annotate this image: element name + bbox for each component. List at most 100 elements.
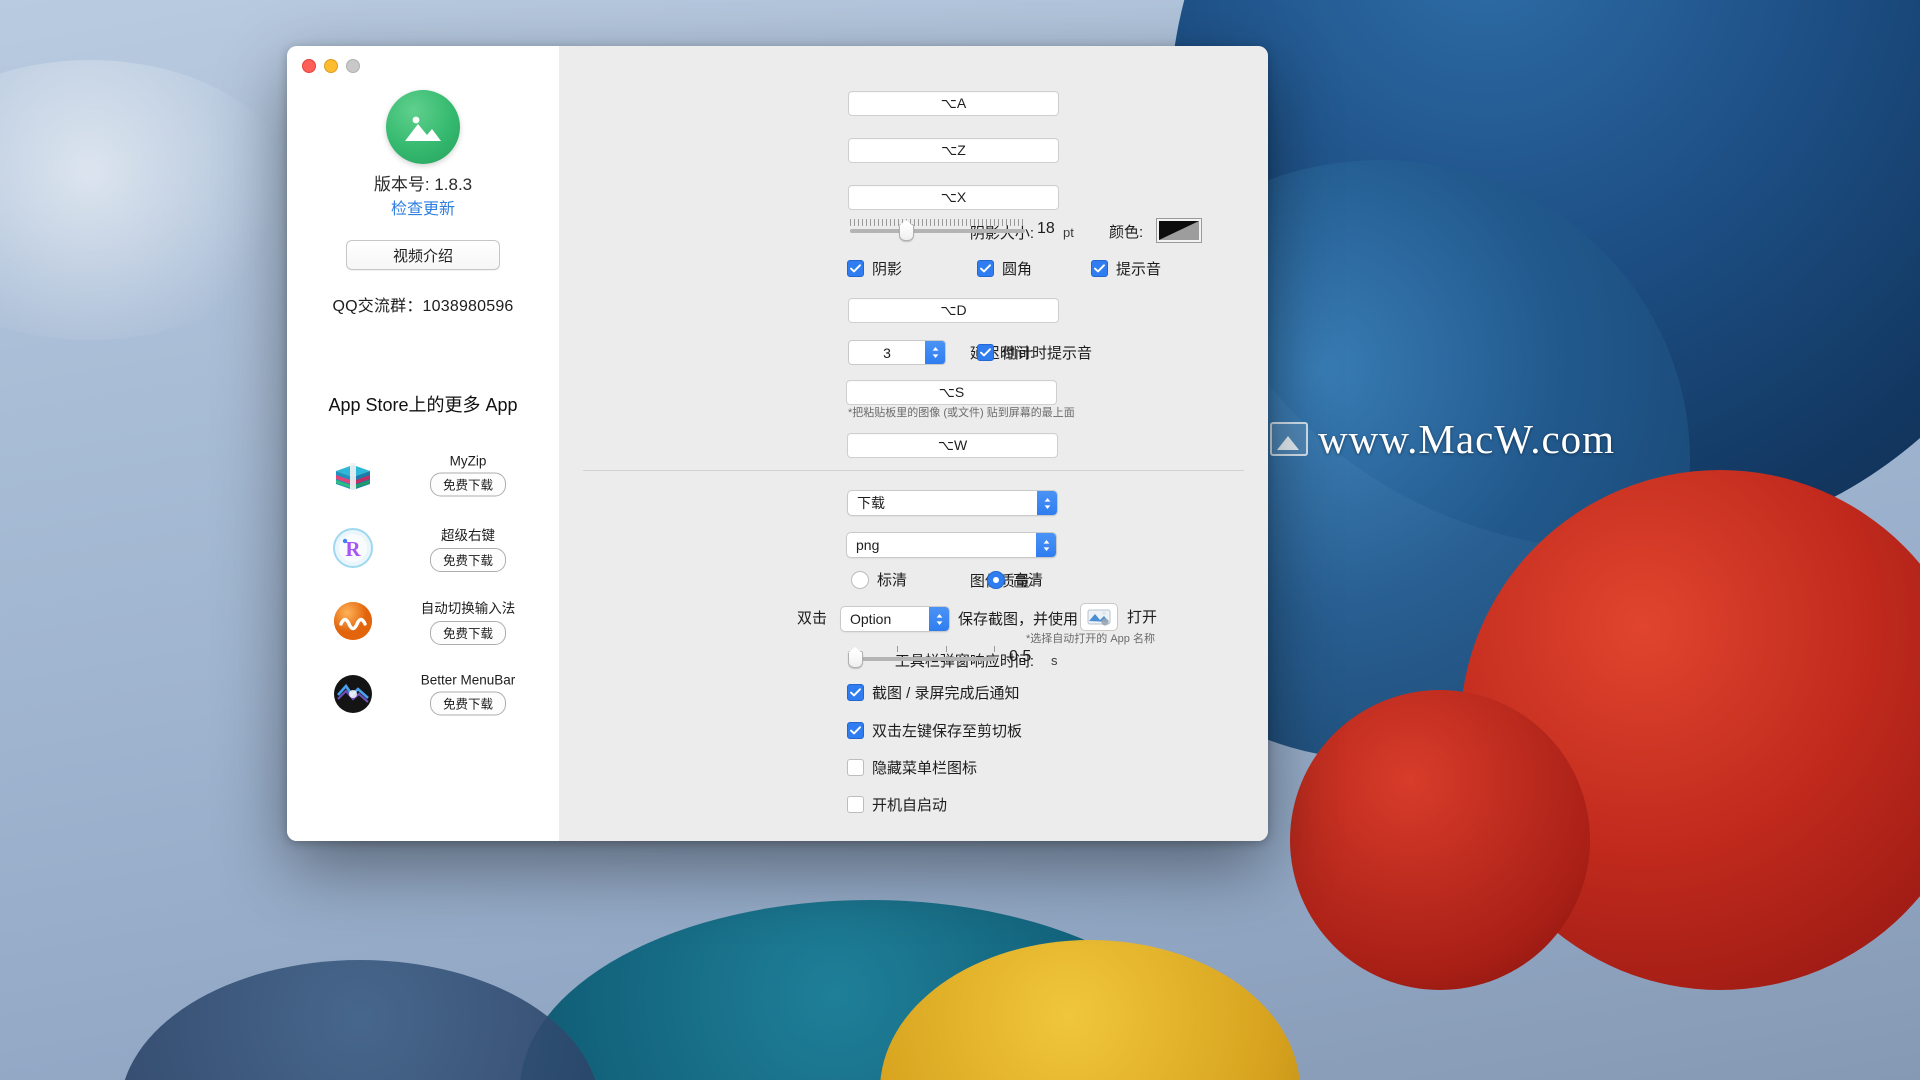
toolbar-popup-unit: s (1051, 653, 1058, 668)
slider-tick (897, 646, 898, 652)
record-screen-shortcut-input[interactable]: ⌥W (847, 433, 1058, 458)
capture-previous-shortcut-input[interactable]: ⌥X (848, 185, 1059, 210)
video-intro-button[interactable]: 视频介绍 (346, 240, 500, 270)
app-name: MyZip (449, 453, 487, 468)
toggle-rounded-corner[interactable]: 圆角 (977, 258, 1032, 279)
toggle-double-click-clipboard-label: 双击左键保存至剪切板 (872, 723, 1023, 740)
image-format-value: png (856, 537, 880, 553)
download-button[interactable]: 免费下载 (430, 547, 506, 572)
myzip-archive-icon (332, 454, 374, 496)
radio-high-quality-label: 高清 (1013, 572, 1044, 589)
wallpaper-highlight (0, 60, 300, 340)
delay-time-value[interactable]: 3 (849, 341, 925, 364)
download-button[interactable]: 免费下载 (430, 472, 506, 496)
capture-area-shortcut-input[interactable]: ⌥A (848, 91, 1059, 116)
sidebar: 版本号: 1.8.3 检查更新 视频介绍 QQ交流群：1038980596 Ap… (287, 46, 559, 841)
radio-high-quality[interactable]: 高清 (987, 569, 1043, 590)
more-apps-title: App Store上的更多 App (328, 395, 518, 415)
checkbox[interactable] (977, 344, 994, 361)
app-meta: Better MenuBar 免费下载 (385, 672, 551, 715)
toolbar-popup-value: 0.5 (1009, 648, 1032, 665)
check-update-link[interactable]: 检查更新 (287, 195, 559, 219)
checkbox[interactable] (1091, 260, 1108, 277)
delay-time-stepper[interactable]: 3 (848, 340, 946, 365)
checkbox[interactable] (977, 260, 994, 277)
list-item[interactable]: R 超级右键 免费下载 (287, 511, 559, 584)
slider-knob[interactable] (898, 220, 914, 241)
toggle-hide-menubar-icon[interactable]: 隐藏菜单栏图标 (847, 757, 977, 778)
slider-ticks (850, 219, 1025, 226)
toggle-shadow[interactable]: 阴影 (847, 258, 902, 279)
irightmouse-icon: R (332, 527, 374, 569)
window-controls (302, 59, 360, 73)
double-click-prefix-label: 双击 (797, 610, 828, 627)
checkbox[interactable] (847, 722, 864, 739)
more-apps-list: MyZip 免费下载 R 超级右键 免费下载 自动切换输入法 免费下载 Bett… (287, 438, 559, 730)
photo-mountain-icon (386, 90, 460, 164)
double-click-modifier-select[interactable]: Option (840, 606, 950, 632)
qq-group-label: QQ交流群：1038980596 (332, 298, 514, 315)
radio-standard-quality[interactable]: 标清 (851, 569, 907, 590)
toggle-notify-after-capture[interactable]: 截图 / 录屏完成后通知 (847, 682, 1020, 703)
slider-track (848, 657, 996, 661)
watermark: www.MacW.com (1270, 415, 1615, 463)
checkbox[interactable] (847, 759, 864, 776)
save-path-select[interactable]: 下载 (847, 490, 1058, 516)
app-name: 自动切换输入法 (420, 600, 516, 616)
app-meta: 自动切换输入法 免费下载 (385, 597, 551, 645)
radio-standard-quality-label: 标清 (877, 572, 908, 589)
toggle-sound[interactable]: 提示音 (1091, 258, 1161, 279)
double-click-modifier-value: Option (850, 611, 892, 627)
app-thumbnail-icon[interactable] (1080, 603, 1118, 631)
svg-text:R: R (345, 537, 361, 561)
toggle-countdown-sound-label: 倒计时提示音 (1002, 345, 1093, 362)
app-name: 超级右键 (441, 527, 495, 543)
section-divider (583, 470, 1244, 471)
app-meta: 超级右键 免费下载 (385, 524, 551, 572)
chevron-updown-icon[interactable] (1036, 533, 1056, 557)
checkbox[interactable] (847, 684, 864, 701)
toolbar-popup-slider[interactable] (848, 646, 996, 668)
capture-window-shortcut-input[interactable]: ⌥Z (848, 138, 1059, 163)
chevron-updown-icon[interactable] (1037, 491, 1057, 515)
app-meta: MyZip 免费下载 (385, 453, 551, 496)
slider-knob[interactable] (848, 647, 863, 668)
toggle-launch-at-login[interactable]: 开机自启动 (847, 794, 947, 815)
version-label: 版本号: 1.8.3 (373, 175, 473, 194)
stepper-arrows-icon[interactable] (925, 341, 945, 364)
list-item[interactable]: Better MenuBar 免费下载 (287, 657, 559, 730)
download-button[interactable]: 免费下载 (430, 620, 506, 645)
double-click-hint: *选择自动打开的 App 名称 (1026, 633, 1155, 645)
slider-tick (946, 646, 947, 652)
chevron-updown-icon[interactable] (929, 607, 949, 631)
radio-button[interactable] (851, 570, 869, 589)
checkbox[interactable] (847, 260, 864, 277)
radio-button[interactable] (987, 570, 1005, 589)
settings-panel: 选择截图区域: ⌥A 截图光标下的窗口: ⌥Z 截图前一个区域: ⌥X 阴影大小… (559, 46, 1268, 841)
toggle-double-click-clipboard[interactable]: 双击左键保存至剪切板 (847, 720, 1022, 741)
toggle-sound-label: 提示音 (1116, 261, 1162, 278)
double-click-mid-label: 保存截图，并使用 (958, 611, 1079, 628)
app-name: Better MenuBar (420, 672, 516, 687)
list-item[interactable]: 自动切换输入法 免费下载 (287, 584, 559, 657)
maximize-button[interactable] (346, 59, 360, 73)
image-format-select[interactable]: png (846, 532, 1057, 558)
toggle-notify-after-capture-label: 截图 / 录屏完成后通知 (872, 685, 1020, 702)
close-button[interactable] (302, 59, 316, 73)
checkbox[interactable] (847, 796, 864, 813)
delay-fullscreen-shortcut-input[interactable]: ⌥D (848, 298, 1059, 323)
toggle-countdown-sound[interactable]: 倒计时提示音 (977, 342, 1092, 363)
shadow-color-swatch[interactable] (1156, 218, 1202, 243)
download-button[interactable]: 免费下载 (430, 691, 506, 715)
minimize-button[interactable] (324, 59, 338, 73)
wallpaper-navy-balloon (120, 960, 600, 1080)
sticker-annotate-shortcut-input[interactable]: ⌥S (846, 380, 1057, 405)
toggle-hide-menubar-icon-label: 隐藏菜单栏图标 (872, 760, 978, 777)
shadow-size-slider[interactable] (850, 219, 1025, 241)
row-image-quality: 图像质量: (559, 570, 1034, 591)
list-item[interactable]: MyZip 免费下载 (287, 438, 559, 511)
save-path-value: 下载 (857, 495, 885, 511)
shadow-size-unit: pt (1063, 225, 1074, 240)
app-window: 版本号: 1.8.3 检查更新 视频介绍 QQ交流群：1038980596 Ap… (287, 46, 1268, 841)
input-switcher-icon (332, 600, 374, 642)
